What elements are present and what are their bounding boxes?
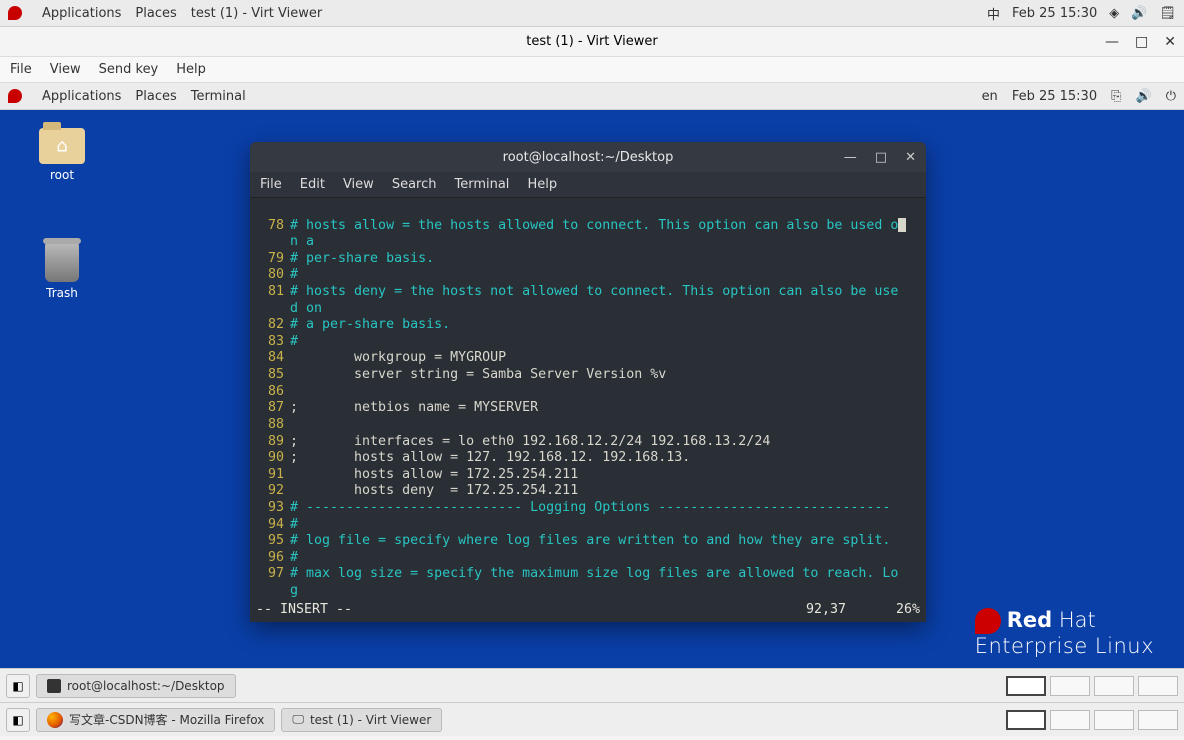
outer-workspace-switcher[interactable]: [1006, 710, 1178, 730]
redhat-branding: Red Hat Enterprise Linux: [975, 608, 1154, 658]
vim-cursor-pos: 92,37: [806, 602, 846, 619]
volume-icon[interactable]: 🔊: [1131, 6, 1147, 21]
firefox-icon: [47, 712, 63, 728]
inner-clock[interactable]: Feb 25 15:30: [1012, 89, 1097, 104]
inner-volume-icon[interactable]: 🔊: [1136, 89, 1152, 104]
desktop-icon-root-home[interactable]: ⌂ root: [22, 128, 102, 182]
inner-applications-menu[interactable]: Applications: [42, 89, 121, 104]
show-desktop-button[interactable]: ◧: [6, 674, 30, 698]
minimize-button[interactable]: —: [1105, 34, 1119, 50]
terminal-close-button[interactable]: ✕: [905, 150, 916, 165]
inner-desktop[interactable]: ⌂ root Trash root@localhost:~/Desktop — …: [0, 110, 1184, 668]
outer-workspace-3[interactable]: [1094, 710, 1134, 730]
outer-topbar: Applications Places test (1) - Virt View…: [0, 0, 1184, 27]
outer-show-desktop-button[interactable]: ◧: [6, 708, 30, 732]
home-icon: ⌂: [56, 136, 67, 157]
text-cursor: [898, 218, 906, 232]
menu-help[interactable]: Help: [176, 62, 206, 77]
trash-icon: [45, 242, 79, 282]
menu-file[interactable]: File: [10, 62, 32, 77]
desktop-icon-label: Trash: [22, 286, 102, 300]
workspace-switcher[interactable]: [1006, 676, 1178, 696]
menu-sendkey[interactable]: Send key: [99, 62, 159, 77]
desktop-icon-trash[interactable]: Trash: [22, 242, 102, 300]
inner-lang-indicator[interactable]: en: [982, 89, 998, 104]
display-icon: 🖵: [292, 712, 304, 727]
workspace-1[interactable]: [1006, 676, 1046, 696]
inner-topbar: Applications Places Terminal en Feb 25 1…: [0, 83, 1184, 110]
taskbar-item-terminal[interactable]: root@localhost:~/Desktop: [36, 674, 236, 698]
taskbar-item-label: 写文章-CSDN博客 - Mozilla Firefox: [69, 711, 264, 728]
taskbar-item-label: root@localhost:~/Desktop: [67, 679, 225, 693]
active-app-label[interactable]: test (1) - Virt Viewer: [191, 6, 322, 21]
wifi-icon[interactable]: ◈: [1109, 6, 1119, 21]
taskbar-item-label: test (1) - Virt Viewer: [310, 713, 431, 727]
terminal-menu-terminal[interactable]: Terminal: [454, 177, 509, 192]
outer-workspace-1[interactable]: [1006, 710, 1046, 730]
terminal-titlebar[interactable]: root@localhost:~/Desktop — □ ✕: [250, 142, 926, 172]
terminal-title: root@localhost:~/Desktop: [503, 150, 674, 165]
workspace-4[interactable]: [1138, 676, 1178, 696]
terminal-menu-edit[interactable]: Edit: [300, 177, 325, 192]
vim-mode: -- INSERT --: [256, 602, 352, 619]
terminal-maximize-button[interactable]: □: [875, 150, 887, 165]
virtviewer-titlebar: test (1) - Virt Viewer — □ ✕: [0, 27, 1184, 57]
virtviewer-window: test (1) - Virt Viewer — □ ✕ File View S…: [0, 27, 1184, 702]
workspace-3[interactable]: [1094, 676, 1134, 696]
outer-taskbar: ◧ 写文章-CSDN博客 - Mozilla Firefox 🖵 test (1…: [0, 702, 1184, 736]
outer-workspace-2[interactable]: [1050, 710, 1090, 730]
terminal-body[interactable]: 78# hosts allow = the hosts allowed to c…: [250, 198, 926, 622]
terminal-menu-view[interactable]: View: [343, 177, 374, 192]
redhat-icon: [8, 4, 28, 22]
terminal-window[interactable]: root@localhost:~/Desktop — □ ✕ File Edit…: [250, 142, 926, 622]
terminal-minimize-button[interactable]: —: [844, 150, 857, 165]
power-icon[interactable]: ⏻: [1166, 89, 1176, 104]
terminal-menu-help[interactable]: Help: [527, 177, 557, 192]
desktop-icon-label: root: [22, 168, 102, 182]
virtviewer-title: test (1) - Virt Viewer: [526, 34, 657, 49]
close-button[interactable]: ✕: [1164, 34, 1176, 50]
ime-indicator[interactable]: 中: [987, 4, 1000, 23]
maximize-button[interactable]: □: [1135, 34, 1148, 50]
places-menu[interactable]: Places: [135, 6, 176, 21]
terminal-menu-file[interactable]: File: [260, 177, 282, 192]
virtviewer-menubar: File View Send key Help: [0, 57, 1184, 83]
clock[interactable]: Feb 25 15:30: [1012, 6, 1097, 21]
battery-icon[interactable]: 🗒: [1159, 6, 1176, 21]
terminal-menubar: File Edit View Search Terminal Help: [250, 172, 926, 198]
taskbar-item-virtviewer[interactable]: 🖵 test (1) - Virt Viewer: [281, 708, 442, 732]
vim-scroll-pct: 26%: [896, 602, 920, 619]
applications-menu[interactable]: Applications: [42, 6, 121, 21]
outer-workspace-4[interactable]: [1138, 710, 1178, 730]
menu-view[interactable]: View: [50, 62, 81, 77]
inner-places-menu[interactable]: Places: [135, 89, 176, 104]
network-icon[interactable]: ⎘: [1111, 89, 1121, 104]
vim-status-line: -- INSERT -- 92,37 26%: [256, 600, 920, 619]
terminal-menu-search[interactable]: Search: [392, 177, 437, 192]
inner-taskbar: ◧ root@localhost:~/Desktop: [0, 668, 1184, 702]
redhat-icon: [8, 87, 28, 105]
redhat-logo-icon: [975, 608, 1001, 634]
taskbar-item-firefox[interactable]: 写文章-CSDN博客 - Mozilla Firefox: [36, 708, 275, 732]
terminal-icon: [47, 679, 61, 693]
workspace-2[interactable]: [1050, 676, 1090, 696]
inner-active-app-label[interactable]: Terminal: [191, 89, 246, 104]
